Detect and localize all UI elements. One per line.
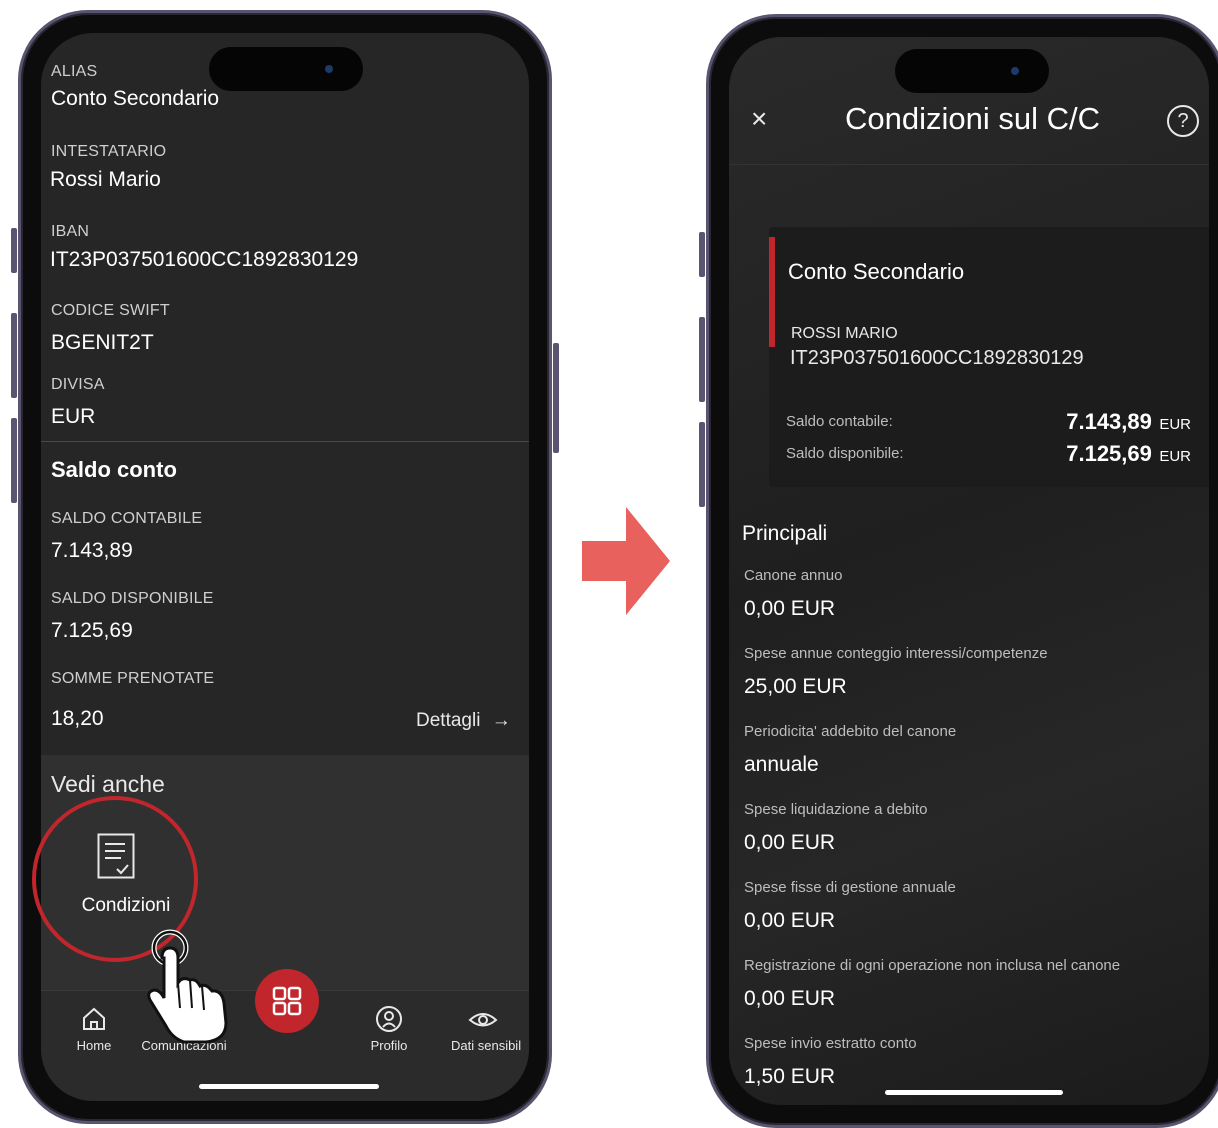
tab-profile[interactable]: Profilo: [359, 1005, 419, 1053]
condition-label: Registrazione di ogni operazione non inc…: [744, 957, 1121, 974]
side-button: [699, 317, 705, 402]
currency-label: DIVISA: [51, 376, 105, 393]
home-indicator: [885, 1090, 1063, 1095]
card-book-balance-currency: EUR: [1159, 416, 1191, 433]
card-alias: Conto Secondario: [788, 259, 965, 284]
help-icon[interactable]: ?: [1167, 105, 1199, 137]
tab-sensitive-data-label: Dati sensibil: [451, 1038, 522, 1053]
side-button: [11, 313, 17, 398]
card-book-balance: 7.143,89 EUR: [1066, 409, 1191, 435]
condition-value: 0,00 EUR: [744, 909, 836, 932]
available-balance-value: 7.125,69: [51, 619, 133, 642]
iban-label: IBAN: [51, 223, 90, 240]
book-balance-value: 7.143,89: [51, 539, 133, 562]
page-title: Condizioni sul C/C: [845, 101, 1100, 136]
main-menu-button[interactable]: [255, 969, 319, 1033]
swift-value: BGENIT2T: [51, 331, 154, 354]
home-indicator: [199, 1084, 379, 1089]
available-balance-label: SALDO DISPONIBILE: [51, 590, 214, 607]
dynamic-island: [895, 49, 1049, 93]
card-available-balance-value: 7.125,69: [1066, 441, 1152, 466]
condition-label: Spese invio estratto conto: [744, 1035, 917, 1052]
side-button: [699, 232, 705, 277]
details-link[interactable]: Dettagli →: [416, 710, 511, 732]
alias-label: ALIAS: [51, 63, 98, 80]
side-button: [553, 343, 559, 453]
details-link-label: Dettagli: [416, 710, 481, 731]
camera-icon: [325, 65, 333, 73]
card-accent-bar: [769, 237, 775, 347]
reserved-amounts-value: 18,20: [51, 707, 104, 730]
balance-section-title: Saldo conto: [51, 457, 177, 482]
card-available-balance-currency: EUR: [1159, 448, 1191, 465]
condition-label: Spese fisse di gestione annuale: [744, 879, 956, 896]
account-summary-card: Conto Secondario ROSSI MARIO IT23P037501…: [769, 227, 1209, 487]
card-book-balance-value: 7.143,89: [1066, 409, 1152, 434]
condition-value: 0,00 EUR: [744, 831, 836, 854]
grid-menu-icon: [272, 986, 302, 1016]
home-icon: [83, 1007, 105, 1030]
header-divider: [729, 164, 1209, 165]
card-available-balance: 7.125,69 EUR: [1066, 441, 1191, 467]
divider: [41, 441, 529, 442]
tab-home[interactable]: Home: [65, 1005, 123, 1053]
dynamic-island: [209, 47, 363, 91]
see-also-title: Vedi anche: [51, 771, 165, 797]
iban-value: IT23P037501600CC1892830129: [50, 248, 359, 271]
alias-value: Conto Secondario: [51, 87, 220, 110]
card-holder: ROSSI MARIO: [791, 325, 898, 342]
arrow-right-icon: →: [491, 710, 511, 731]
condition-label: Canone annuo: [744, 567, 843, 584]
side-button: [699, 422, 705, 507]
side-button: [11, 418, 17, 503]
condition-value: 25,00 EUR: [744, 675, 847, 698]
holder-label: INTESTATARIO: [51, 143, 167, 160]
eye-icon: [468, 1013, 498, 1027]
card-available-balance-label: Saldo disponibile:: [786, 445, 904, 462]
condition-label: Spese annue conteggio interessi/competen…: [744, 645, 1048, 662]
book-balance-label: SALDO CONTABILE: [51, 510, 203, 527]
card-book-balance-label: Saldo contabile:: [786, 413, 893, 430]
transition-arrow-icon: [582, 507, 670, 620]
condition-label: Periodicita' addebito del canone: [744, 723, 957, 740]
tab-profile-label: Profilo: [370, 1038, 408, 1053]
currency-value: EUR: [51, 405, 96, 428]
swift-label: CODICE SWIFT: [51, 302, 170, 319]
reserved-amounts-label: SOMME PRENOTATE: [51, 670, 215, 687]
condition-value: 1,50 EUR: [744, 1065, 836, 1088]
condition-label: Spese liquidazione a debito: [744, 801, 928, 818]
condition-value: 0,00 EUR: [744, 987, 836, 1010]
profile-icon: [376, 1006, 402, 1032]
close-icon[interactable]: ×: [751, 103, 767, 135]
side-button: [11, 228, 17, 273]
right-phone-frame: × Condizioni sul C/C ? Conto Secondario …: [699, 14, 1218, 1128]
card-iban: IT23P037501600CC1892830129: [790, 347, 1084, 369]
section-title: Principali: [742, 522, 828, 545]
tab-sensitive-data[interactable]: Dati sensibil: [443, 1005, 529, 1053]
tap-hand-icon: [140, 928, 250, 1053]
camera-icon: [1011, 67, 1019, 75]
holder-value: Rossi Mario: [50, 168, 161, 191]
condition-value: 0,00 EUR: [744, 597, 836, 620]
tab-home-label: Home: [76, 1038, 112, 1053]
account-conditions-screen: × Condizioni sul C/C ? Conto Secondario …: [729, 37, 1209, 1105]
condition-value: annuale: [744, 753, 819, 776]
